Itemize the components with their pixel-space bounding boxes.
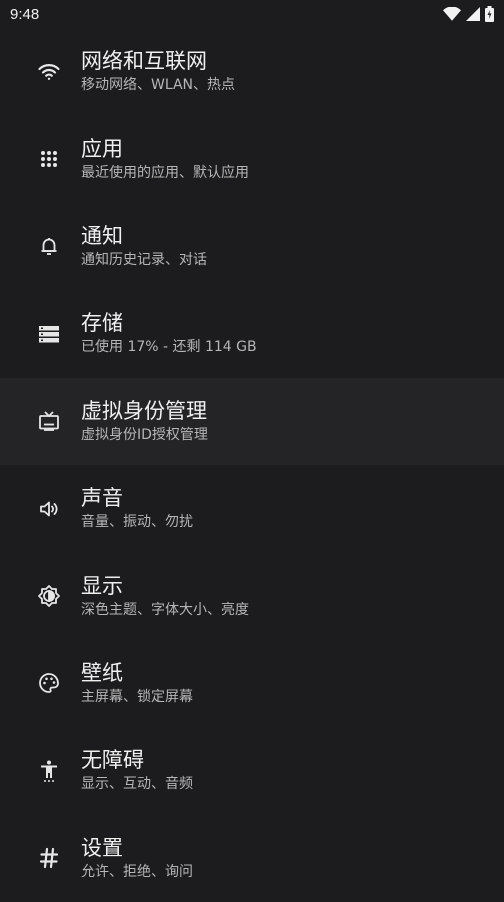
settings-item-wallpaper[interactable]: 壁纸 主屏幕、锁定屏幕 — [0, 640, 504, 727]
brightness-icon — [31, 578, 67, 614]
item-subtitle: 显示、互动、音频 — [81, 776, 193, 793]
wifi-status-icon — [443, 7, 461, 21]
settings-item-network[interactable]: 网络和互联网 移动网络、WLAN、热点 — [0, 28, 504, 115]
settings-item-display[interactable]: 显示 深色主题、字体大小、亮度 — [0, 552, 504, 639]
tv-icon — [31, 403, 67, 439]
settings-item-accessibility[interactable]: 无障碍 显示、互动、音频 — [0, 727, 504, 814]
speaker-icon — [31, 491, 67, 527]
item-subtitle: 主屏幕、锁定屏幕 — [81, 688, 193, 705]
item-title: 声音 — [81, 486, 123, 511]
settings-list: 网络和互联网 移动网络、WLAN、热点 应用 最近使用的应用、默认应用 通知 通… — [0, 28, 504, 902]
settings-item-notifications[interactable]: 通知 通知历史记录、对话 — [0, 203, 504, 290]
item-subtitle: 移动网络、WLAN、热点 — [81, 77, 236, 94]
system-icons — [443, 6, 494, 22]
item-title: 应用 — [81, 136, 123, 161]
accessibility-icon — [31, 753, 67, 789]
battery-icon — [485, 6, 494, 22]
settings-item-permissions[interactable]: 设置 允许、拒绝、询问 — [0, 815, 504, 902]
hash-icon — [31, 840, 67, 876]
item-title: 显示 — [81, 573, 123, 598]
item-title: 设置 — [81, 835, 123, 860]
status-bar: 9:48 — [0, 0, 504, 28]
status-time: 9:48 — [10, 5, 40, 23]
settings-item-storage[interactable]: 存储 已使用 17% - 还剩 114 GB — [0, 290, 504, 377]
settings-item-virtual-identity[interactable]: 虚拟身份管理 虚拟身份ID授权管理 — [0, 377, 504, 465]
wifi-icon — [31, 54, 67, 90]
item-subtitle: 音量、振动、勿扰 — [81, 514, 193, 531]
item-title: 壁纸 — [81, 660, 123, 685]
item-subtitle: 虚拟身份ID授权管理 — [81, 426, 208, 443]
bell-icon — [31, 228, 67, 264]
settings-item-apps[interactable]: 应用 最近使用的应用、默认应用 — [0, 115, 504, 202]
storage-icon — [31, 316, 67, 352]
item-title: 存储 — [81, 311, 123, 336]
item-title: 无障碍 — [81, 748, 144, 773]
item-title: 虚拟身份管理 — [81, 398, 207, 423]
item-subtitle: 已使用 17% - 还剩 114 GB — [81, 339, 257, 356]
item-title: 通知 — [81, 223, 123, 248]
item-subtitle: 深色主题、字体大小、亮度 — [81, 601, 249, 618]
settings-item-sound[interactable]: 声音 音量、振动、勿扰 — [0, 465, 504, 552]
apps-grid-icon — [31, 141, 67, 177]
item-subtitle: 通知历史记录、对话 — [81, 251, 207, 268]
cell-signal-icon — [466, 7, 480, 21]
palette-icon — [31, 665, 67, 701]
item-subtitle: 最近使用的应用、默认应用 — [81, 164, 249, 181]
item-subtitle: 允许、拒绝、询问 — [81, 863, 193, 880]
item-title: 网络和互联网 — [81, 49, 207, 74]
